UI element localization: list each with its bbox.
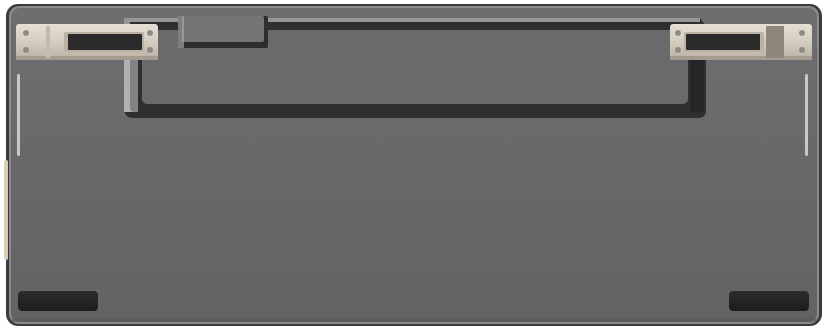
screw-icon [23,47,29,53]
screw-icon [147,47,153,53]
screw-icon [799,47,805,53]
left-hinge [16,24,158,60]
keyboard-illustration [4,4,822,326]
screw-icon [147,30,153,36]
screw-icon [799,30,805,36]
right-light-bar [805,74,808,156]
rubber-foot-left [18,291,98,311]
left-light-bar [17,74,20,156]
right-hinge [670,24,812,60]
top-notch [178,16,268,48]
left-edge-accent [4,160,8,260]
rubber-foot-right [729,291,809,311]
screw-icon [675,47,681,53]
screw-icon [675,30,681,36]
screw-icon [23,30,29,36]
keyboard-bottom-view [0,0,828,330]
